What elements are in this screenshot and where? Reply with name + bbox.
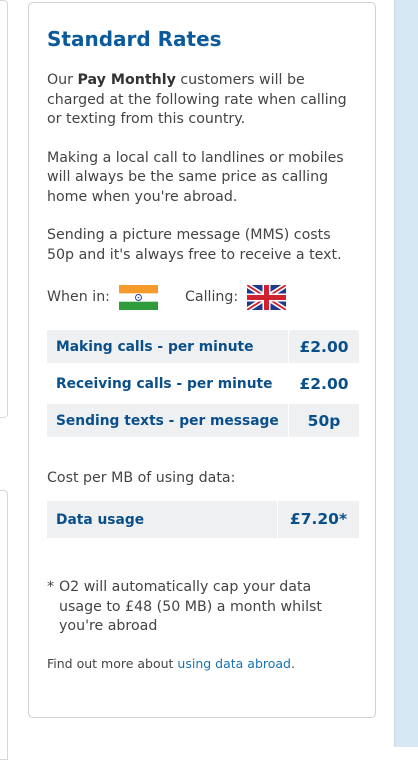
data-usage-name: Data usage: [56, 511, 145, 528]
uk-flag-icon: [247, 284, 287, 310]
intro-paragraph: Our Pay Monthly customers will be charge…: [47, 71, 357, 130]
mms-paragraph: Sending a picture message (MMS) costs 50…: [47, 227, 342, 263]
intro-plan-name: Pay Monthly: [77, 72, 176, 88]
rate-row-making-calls: Making calls - per minute £2.00: [47, 330, 359, 363]
rate-row-receiving-calls: Receiving calls - per minute £2.00: [47, 367, 359, 400]
more-prefix: Find out more about: [47, 655, 178, 671]
panel-title: Standard Rates: [47, 27, 222, 51]
data-usage-row: Data usage £7.20*: [47, 501, 359, 538]
standard-rates-panel: Standard Rates Our Pay Monthly customers…: [28, 2, 376, 718]
footnote-text: O2 will automatically cap your data usag…: [59, 579, 322, 634]
adjacent-panel-edge-bottom: [0, 490, 8, 760]
rate-price: £2.00: [299, 374, 349, 393]
right-sidebar-background: [394, 0, 418, 747]
call-rates-table: Making calls - per minute £2.00 Receivin…: [47, 326, 359, 441]
footnote-asterisk: *: [47, 579, 55, 595]
when-in-label: When in:: [47, 289, 110, 305]
intro-prefix: Our: [47, 72, 78, 88]
rate-name: Receiving calls - per minute: [47, 367, 289, 400]
adjacent-panel-edge-top: [0, 0, 8, 418]
local-call-paragraph: Making a local call to landlines or mobi…: [47, 149, 344, 205]
calling-label: Calling:: [184, 289, 239, 305]
rate-price: £2.00: [289, 330, 359, 363]
data-usage-price: £7.20*: [277, 501, 359, 538]
data-cost-label: Cost per MB of using data:: [47, 470, 236, 486]
using-data-abroad-link[interactable]: using data abroad: [177, 656, 291, 671]
india-flag-icon: [118, 284, 158, 310]
country-selector-row: When in: Calling:: [47, 284, 357, 310]
data-cap-footnote: * O2 will automatically cap your data us…: [47, 578, 357, 637]
more-suffix: .: [291, 655, 295, 671]
rate-price: 50p: [289, 404, 359, 437]
find-out-more: Find out more about using data abroad.: [47, 656, 357, 671]
rate-row-sending-texts: Sending texts - per message 50p: [47, 404, 359, 437]
rate-name: Making calls - per minute: [47, 330, 289, 363]
rate-name: Sending texts - per message: [47, 404, 289, 437]
